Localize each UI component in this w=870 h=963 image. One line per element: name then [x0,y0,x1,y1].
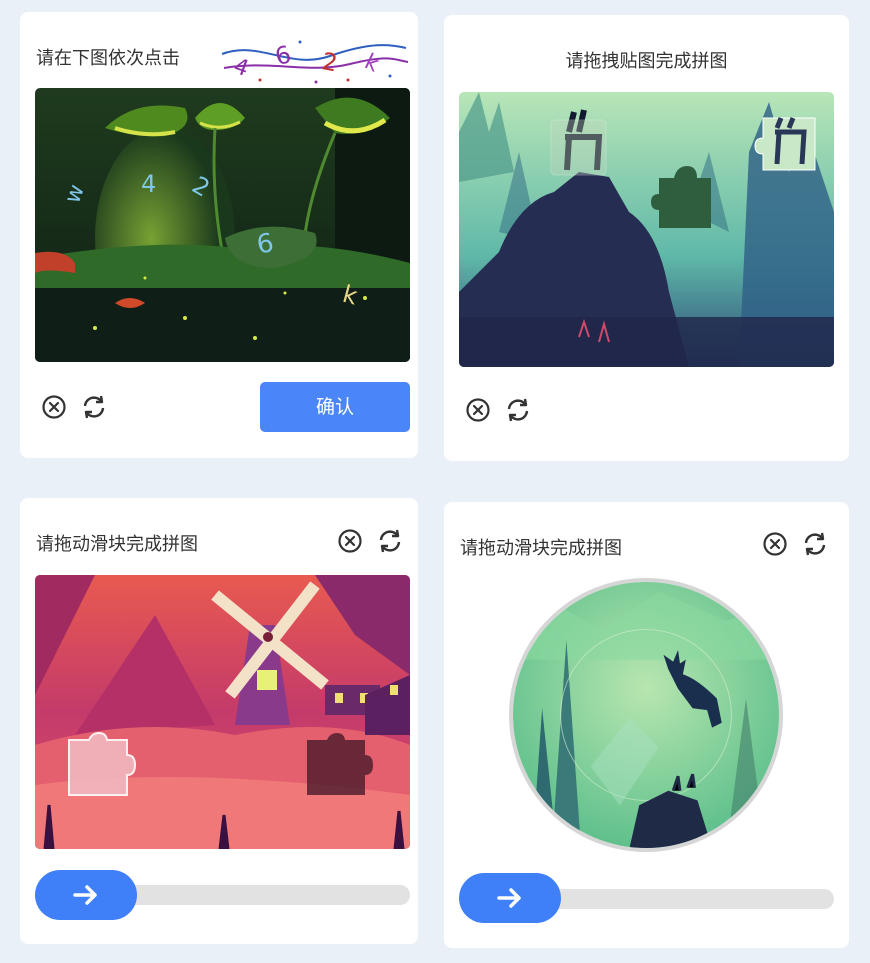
arrow-right-icon [73,885,97,905]
slider-handle[interactable] [35,870,137,920]
refresh-icon[interactable] [377,528,403,554]
close-circle-icon[interactable] [465,397,491,423]
click-captcha-instruction: 请在下图依次点击 [36,48,180,69]
paste-captcha-image [459,92,834,367]
click-captcha-card: 请在下图依次点击 4 6 2 k w 4 2 6 k 确认 [20,12,418,458]
close-circle-icon[interactable] [41,394,67,420]
rotate-captcha-instruction: 请拖动滑块完成拼图 [460,538,622,559]
paste-captcha-card: 请拖拽贴图完成拼图 [444,15,849,461]
rotate-captcha-card: 请拖动滑块完成拼图 [444,502,849,948]
slider-captcha-card: 请拖动滑块完成拼图 [20,498,418,944]
scene-char-2: 4 [141,170,156,198]
code-char-3: 2 [320,47,340,77]
refresh-icon[interactable] [81,394,107,420]
target-characters-image: 4 6 2 k [220,30,410,86]
slider-captcha-image [35,575,410,849]
confirm-button[interactable]: 确认 [260,382,410,432]
arrow-right-icon [497,888,521,908]
code-char-1: 4 [230,54,252,82]
code-char-4: k [361,49,383,77]
paste-captcha-instruction: 请拖拽贴图完成拼图 [565,51,728,72]
refresh-icon[interactable] [802,531,828,557]
rotate-captcha-image [509,578,783,852]
refresh-icon[interactable] [505,397,531,423]
slider-handle[interactable] [459,873,561,923]
close-circle-icon[interactable] [762,531,788,557]
slider-captcha-instruction: 请拖动滑块完成拼图 [36,534,198,555]
close-circle-icon[interactable] [337,528,363,554]
click-captcha-image[interactable]: w 4 2 6 k [35,88,410,362]
